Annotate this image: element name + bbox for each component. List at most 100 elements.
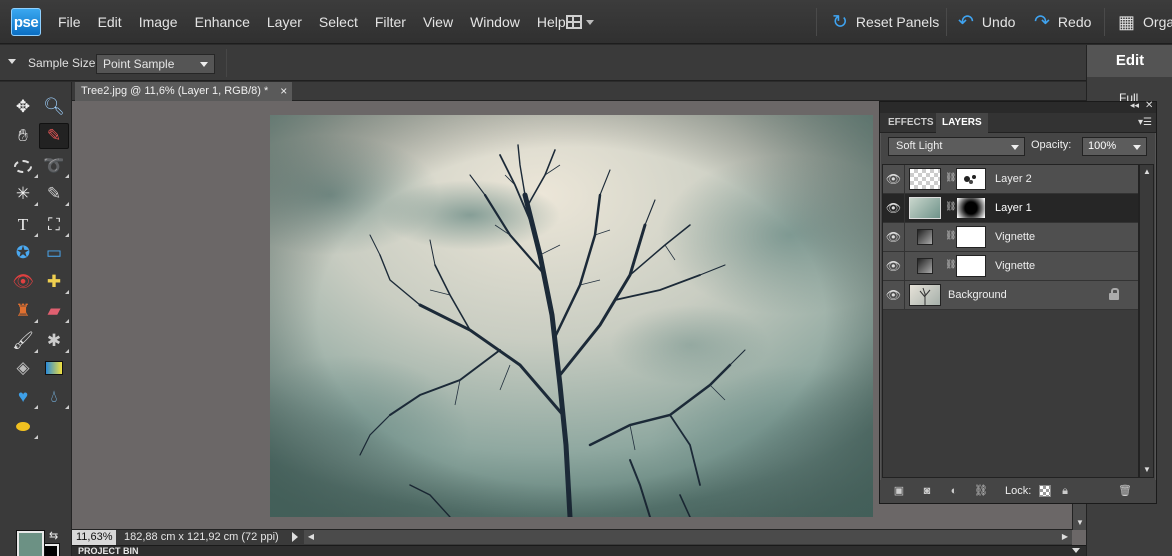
layer-mask-thumbnail[interactable] xyxy=(956,226,986,248)
smart-brush-tool-icon[interactable]: ✱ xyxy=(39,328,69,354)
visibility-eye-icon[interactable]: 👁︎ xyxy=(883,165,905,193)
scroll-right-icon[interactable]: ▶ xyxy=(1058,530,1072,544)
tool-options-bar: Sample Size: Point Sample xyxy=(0,45,1086,81)
eyedropper-tool-icon[interactable]: ✎ xyxy=(39,123,69,149)
marquee-tool-icon[interactable] xyxy=(8,153,38,179)
healing-brush-tool-icon[interactable]: ✚ xyxy=(39,269,69,295)
status-menu-arrow-icon[interactable] xyxy=(292,532,298,542)
visibility-eye-icon[interactable]: 👁︎ xyxy=(883,194,905,222)
scroll-up-icon[interactable]: ▲ xyxy=(1140,165,1154,179)
arrange-documents-button[interactable] xyxy=(566,13,600,31)
opacity-field[interactable]: 100% xyxy=(1082,137,1147,156)
straighten-tool-icon[interactable]: ▭ xyxy=(39,240,69,266)
layer-mask-thumbnail[interactable] xyxy=(956,168,986,190)
new-layer-icon[interactable]: ▣ xyxy=(892,484,906,498)
layer-row[interactable]: 👁︎ ⛓ Vignette xyxy=(883,252,1138,281)
sponge-tool-icon[interactable]: ⬬ xyxy=(8,414,38,440)
grid-layout-icon xyxy=(566,15,582,29)
menu-edit[interactable]: Edit xyxy=(98,14,122,30)
add-mask-icon[interactable]: ◙ xyxy=(920,484,934,498)
lock-transparency-icon[interactable] xyxy=(1039,485,1051,497)
paint-bucket-tool-icon[interactable]: ◈ xyxy=(8,355,38,381)
hand-tool-icon[interactable]: ✋︎ xyxy=(8,123,38,149)
layers-panel-footer: ▣ ◙ ◐ ⛓ Lock: 🔒︎ 🗑︎ xyxy=(880,480,1156,503)
blend-mode-value: Soft Light xyxy=(896,140,943,152)
move-tool-icon[interactable]: ✥ xyxy=(8,94,38,120)
menu-file[interactable]: File xyxy=(58,14,81,30)
close-icon[interactable]: ✕ xyxy=(1145,100,1153,111)
crop-tool-icon[interactable]: ⛶ xyxy=(39,212,69,238)
zoom-level[interactable]: 11,63% xyxy=(72,530,116,545)
reset-panels-button[interactable]: ↻ Reset Panels xyxy=(832,0,939,44)
zoom-tool-icon[interactable]: 🔍︎ xyxy=(39,94,69,120)
lasso-tool-icon[interactable]: ➰ xyxy=(39,153,69,179)
menu-view[interactable]: View xyxy=(423,14,453,30)
lock-all-icon[interactable]: 🔒︎ xyxy=(1058,484,1072,498)
visibility-eye-icon[interactable]: 👁︎ xyxy=(883,223,905,251)
collapse-icon[interactable]: ◂◂ xyxy=(1130,100,1139,111)
type-tool-icon[interactable]: T xyxy=(8,212,38,238)
visibility-eye-icon[interactable]: 👁︎ xyxy=(883,252,905,280)
menu-image[interactable]: Image xyxy=(139,14,178,30)
layer-row[interactable]: 👁︎ ⛓ Vignette xyxy=(883,223,1138,252)
layer-row[interactable]: 👁︎ ⛓ Layer 2 xyxy=(883,165,1138,194)
document-tab[interactable]: Tree2.jpg @ 11,6% (Layer 1, RGB/8) * × xyxy=(75,82,293,101)
sample-size-select[interactable]: Point Sample xyxy=(96,54,215,74)
photoshop-elements-window: pse File Edit Image Enhance Layer Select… xyxy=(0,0,1172,556)
layer-row[interactable]: 👁︎ Background xyxy=(883,281,1138,310)
foreground-color-swatch[interactable] xyxy=(16,530,45,556)
edit-tab[interactable]: Edit xyxy=(1087,45,1172,77)
red-eye-tool-icon[interactable]: 👁︎ xyxy=(8,269,38,295)
document-canvas[interactable] xyxy=(270,115,873,517)
project-bin-bar[interactable]: PROJECT BIN xyxy=(72,545,1086,556)
magic-wand-tool-icon[interactable]: ✳ xyxy=(8,181,38,207)
close-icon[interactable]: × xyxy=(280,82,287,101)
layer-mask-thumbnail[interactable] xyxy=(956,197,986,219)
eraser-tool-icon[interactable]: ▰ xyxy=(39,298,69,324)
adjustment-layer-icon xyxy=(917,258,933,274)
menu-enhance[interactable]: Enhance xyxy=(195,14,250,30)
blend-mode-select[interactable]: Soft Light xyxy=(888,137,1025,156)
layers-scrollbar[interactable]: ▲ ▼ xyxy=(1139,164,1154,478)
document-tab-bar: Tree2.jpg @ 11,6% (Layer 1, RGB/8) * × xyxy=(72,82,1086,101)
swap-colors-icon[interactable]: ⇆ xyxy=(49,529,58,542)
mask-preview xyxy=(964,175,976,184)
blur-tool-icon[interactable]: 💧︎ xyxy=(39,384,69,410)
layer-row-selected[interactable]: 👁︎ ⛓ Layer 1 xyxy=(883,194,1138,223)
layer-mask-thumbnail[interactable] xyxy=(956,255,986,277)
brush-tool-icon[interactable]: 🖌︎ xyxy=(8,328,38,354)
link-layers-icon[interactable]: ⛓ xyxy=(974,484,988,498)
trash-icon[interactable]: 🗑︎ xyxy=(1118,484,1132,498)
redo-button[interactable]: ↷ Redo xyxy=(1034,0,1091,44)
scroll-left-icon[interactable]: ◀ xyxy=(304,530,318,544)
panel-menu-icon[interactable]: ▾☰ xyxy=(1138,117,1152,128)
layer-thumbnail xyxy=(909,168,941,190)
menu-layer[interactable]: Layer xyxy=(267,14,302,30)
menu-select[interactable]: Select xyxy=(319,14,358,30)
panel-header[interactable]: ◂◂ ✕ xyxy=(880,100,1156,113)
horizontal-scrollbar[interactable]: ◀ ▶ xyxy=(304,530,1072,544)
scroll-down-icon[interactable]: ▼ xyxy=(1140,463,1154,477)
clone-stamp-tool-icon[interactable]: ♜ xyxy=(8,298,38,324)
tab-layers[interactable]: LAYERS xyxy=(936,113,988,133)
menu-window[interactable]: Window xyxy=(470,14,520,30)
organizer-button[interactable]: ▦ Orga xyxy=(1118,0,1172,44)
chevron-down-icon[interactable] xyxy=(1072,548,1080,553)
quick-selection-tool-icon[interactable]: ✎ xyxy=(39,181,69,207)
cookie-cutter-tool-icon[interactable]: ✪ xyxy=(8,240,38,266)
scroll-down-icon[interactable]: ▼ xyxy=(1073,516,1087,530)
adjustment-layer-icon[interactable]: ◐ xyxy=(947,484,961,498)
link-chain-icon[interactable]: ⛓ xyxy=(945,230,956,241)
redo-icon: ↷ xyxy=(1034,11,1050,33)
menu-help[interactable]: Help xyxy=(537,14,566,30)
link-chain-icon[interactable]: ⛓ xyxy=(945,172,956,183)
link-chain-icon[interactable]: ⛓ xyxy=(945,259,956,270)
visibility-eye-icon[interactable]: 👁︎ xyxy=(883,281,905,309)
menu-filter[interactable]: Filter xyxy=(375,14,406,30)
tab-effects[interactable]: EFFECTS xyxy=(882,113,940,133)
link-chain-icon[interactable]: ⛓ xyxy=(945,201,956,212)
custom-shape-tool-icon[interactable]: ♥ xyxy=(8,384,38,410)
undo-button[interactable]: ↶ Undo xyxy=(958,0,1015,44)
tool-preset-caret-icon[interactable] xyxy=(8,59,16,64)
gradient-tool-icon[interactable] xyxy=(39,355,69,381)
